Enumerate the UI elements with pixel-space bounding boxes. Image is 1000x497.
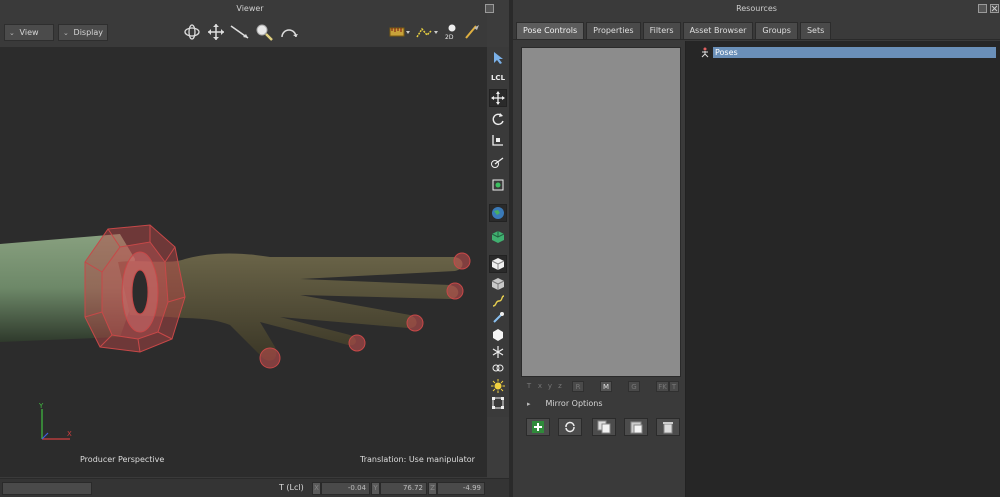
pose-controls-panel: T x y z R M G FK T ▸ Mirror Options: [516, 41, 685, 497]
paste-pose-button[interactable]: [624, 418, 648, 436]
chevron-down-icon: ⌄: [63, 29, 69, 37]
2d-view-icon[interactable]: 2D: [442, 22, 462, 42]
z-value-field[interactable]: -4.99: [437, 482, 485, 495]
light-icon[interactable]: [489, 377, 507, 395]
curve-points-icon[interactable]: [414, 22, 440, 42]
transform-mode-label: T (Lcl): [279, 483, 304, 492]
svg-text:2D: 2D: [445, 34, 454, 41]
translate-icon[interactable]: [489, 89, 507, 107]
pose-option-y[interactable]: y: [546, 381, 554, 392]
tab-groups[interactable]: Groups: [755, 22, 798, 39]
pose-option-r[interactable]: R: [572, 381, 584, 392]
copy-icon: [597, 420, 611, 434]
pose-option-x[interactable]: x: [536, 381, 544, 392]
resources-window-controls: [978, 4, 999, 13]
tab-sets[interactable]: Sets: [799, 22, 832, 39]
add-pose-icon: [532, 421, 544, 433]
manipulator-status: Translation: Use manipulator: [360, 455, 475, 464]
pose-option-m[interactable]: M: [600, 381, 612, 392]
x-axis-tag: X: [312, 482, 321, 495]
y-value-field[interactable]: 76.72: [380, 482, 427, 495]
resources-tabs: Pose Controls Properties Filters Asset B…: [516, 22, 832, 39]
pose-option-g[interactable]: G: [628, 381, 640, 392]
local-lcl-icon[interactable]: LCL: [489, 69, 507, 87]
orbit-icon[interactable]: [182, 22, 202, 42]
cube-gray-icon[interactable]: [489, 275, 507, 293]
frame-icon[interactable]: [489, 394, 507, 412]
pose-options-row: T x y z R M G FK T: [524, 381, 684, 393]
roll-icon[interactable]: [279, 22, 299, 42]
tree-item-label: Poses: [713, 47, 996, 58]
ruler-icon[interactable]: [388, 22, 412, 42]
undock-icon[interactable]: [978, 4, 987, 13]
pose-option-t[interactable]: T: [524, 381, 534, 392]
pose-action-row: [524, 418, 684, 436]
add-pose-button[interactable]: [526, 418, 550, 436]
mirror-options-label: Mirror Options: [545, 399, 603, 408]
pose-option-t2[interactable]: T: [669, 381, 679, 392]
delete-pose-button[interactable]: [656, 418, 680, 436]
pose-option-fk[interactable]: FK: [656, 381, 669, 392]
resources-title: Resources: [736, 4, 777, 13]
link-icon[interactable]: [489, 359, 507, 377]
cube-green-icon[interactable]: [489, 228, 507, 246]
axis-gizmo: Y X: [38, 402, 72, 440]
svg-text:Y: Y: [38, 402, 44, 410]
pan-icon[interactable]: [206, 22, 226, 42]
pose-figure-icon: [701, 47, 709, 58]
viewer-status-bar: T (Lcl) X -0.04 Y 76.72 Z -4.99: [0, 478, 509, 497]
brush-icon[interactable]: [462, 22, 482, 42]
ik-reach-icon[interactable]: [489, 153, 507, 171]
mirror-options-toggle[interactable]: ▸ Mirror Options: [527, 399, 603, 408]
tab-asset-browser[interactable]: Asset Browser: [682, 22, 754, 39]
path-icon[interactable]: [489, 292, 507, 310]
y-axis-tag: Y: [371, 482, 380, 495]
undock-icon[interactable]: [485, 4, 494, 13]
globe-icon[interactable]: [489, 204, 507, 222]
display-menu-button[interactable]: ⌄ Display: [58, 24, 108, 41]
copy-pose-button[interactable]: [592, 418, 616, 436]
refresh-icon: [565, 421, 575, 433]
refresh-pose-button[interactable]: [558, 418, 582, 436]
rocket-icon[interactable]: [489, 309, 507, 327]
view-menu-button[interactable]: ⌄ View: [4, 24, 54, 41]
pose-list[interactable]: [521, 47, 681, 377]
x-value-field[interactable]: -0.04: [321, 482, 370, 495]
dolly-icon[interactable]: [230, 22, 250, 42]
zoom-icon[interactable]: [254, 22, 274, 42]
chevron-down-icon: ⌄: [9, 29, 15, 37]
tab-filters[interactable]: Filters: [642, 22, 681, 39]
wrist-manipulator: [84, 224, 186, 353]
select-arrow-icon[interactable]: [489, 49, 507, 67]
viewer-window-controls: [485, 4, 494, 13]
command-field[interactable]: [2, 482, 92, 495]
tab-pose-controls[interactable]: Pose Controls: [516, 22, 585, 39]
svg-text:X: X: [67, 430, 72, 438]
viewer-title: Viewer: [236, 4, 264, 13]
sphere-icon[interactable]: [489, 326, 507, 344]
marker-icon[interactable]: [489, 175, 507, 193]
tab-properties[interactable]: Properties: [586, 22, 641, 39]
scale-icon[interactable]: [489, 131, 507, 149]
resources-pane: Resources Pose Controls Properties Filte…: [513, 0, 1000, 497]
3d-viewport[interactable]: Y X Producer Perspective Translation: Us…: [0, 47, 487, 477]
viewer-pane: Viewer ⌄ View ⌄ Display 2D Y X Producer …: [0, 0, 509, 497]
z-axis-tag: Z: [428, 482, 437, 495]
scene-render: Y X: [0, 224, 471, 440]
rotate-icon[interactable]: [489, 110, 507, 128]
chevron-right-icon: ▸: [527, 400, 531, 408]
viewer-toolbar: ⌄ View ⌄ Display 2D: [0, 17, 487, 47]
close-icon[interactable]: [990, 4, 999, 13]
tree-item-poses[interactable]: Poses: [698, 47, 998, 58]
poses-tree: Poses: [685, 41, 1000, 497]
pose-option-z[interactable]: z: [556, 381, 564, 392]
viewer-tool-strip: LCL: [487, 47, 509, 417]
camera-label: Producer Perspective: [80, 455, 165, 464]
cube-white-icon[interactable]: [489, 255, 507, 273]
paste-icon: [630, 421, 643, 434]
tab-divider: [513, 39, 1000, 40]
delete-icon: [663, 422, 673, 434]
